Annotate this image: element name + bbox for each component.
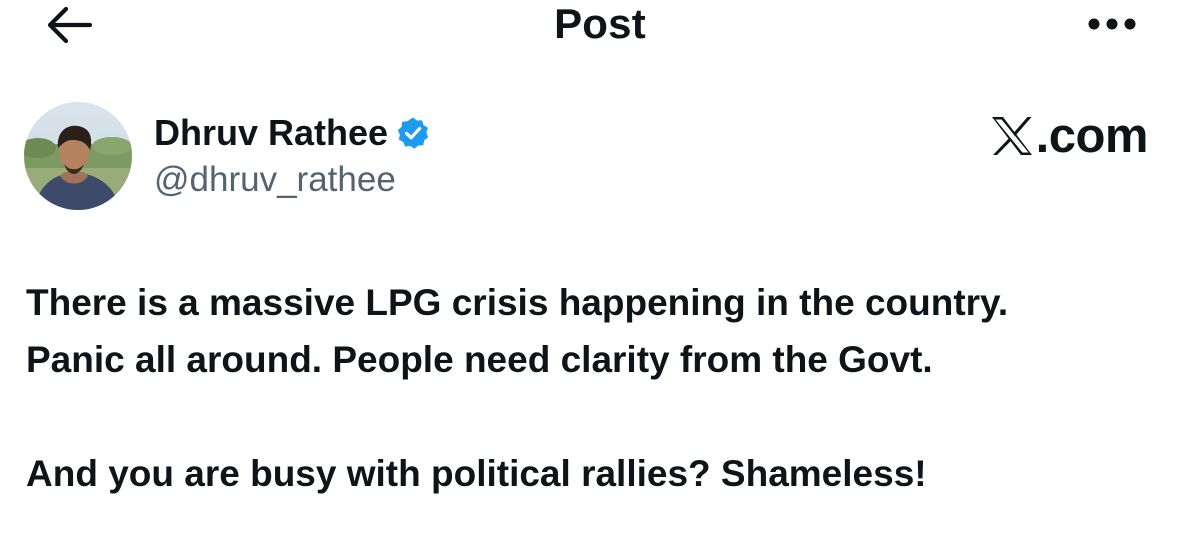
name-row: Dhruv Rathee [154,110,430,156]
more-options-button[interactable] [1080,4,1144,44]
brand-text: .com [1035,109,1149,163]
x-logo-icon [990,115,1034,157]
post-text-line: There is a massive LPG crisis happening … [26,282,1009,323]
page-title: Post [554,0,646,47]
author-handle[interactable]: @dhruv_rathee [154,158,430,202]
avatar[interactable] [24,102,132,210]
author-display-name[interactable]: Dhruv Rathee [154,110,388,156]
more-horizontal-icon [1084,16,1140,32]
back-button[interactable] [40,2,96,48]
post-author: Dhruv Rathee @dhruv_rathee [24,100,430,212]
post-text-line: And you are busy with political rallies?… [26,453,927,494]
verified-badge-icon [396,116,430,150]
post-text-line: Panic all around. People need clarity fr… [26,339,933,380]
x-com-watermark: .com [970,106,1149,166]
top-bar: Post [0,0,1200,60]
arrow-left-icon [42,5,94,45]
post-text: There is a massive LPG crisis happening … [26,274,1176,502]
author-names: Dhruv Rathee @dhruv_rathee [154,110,430,202]
